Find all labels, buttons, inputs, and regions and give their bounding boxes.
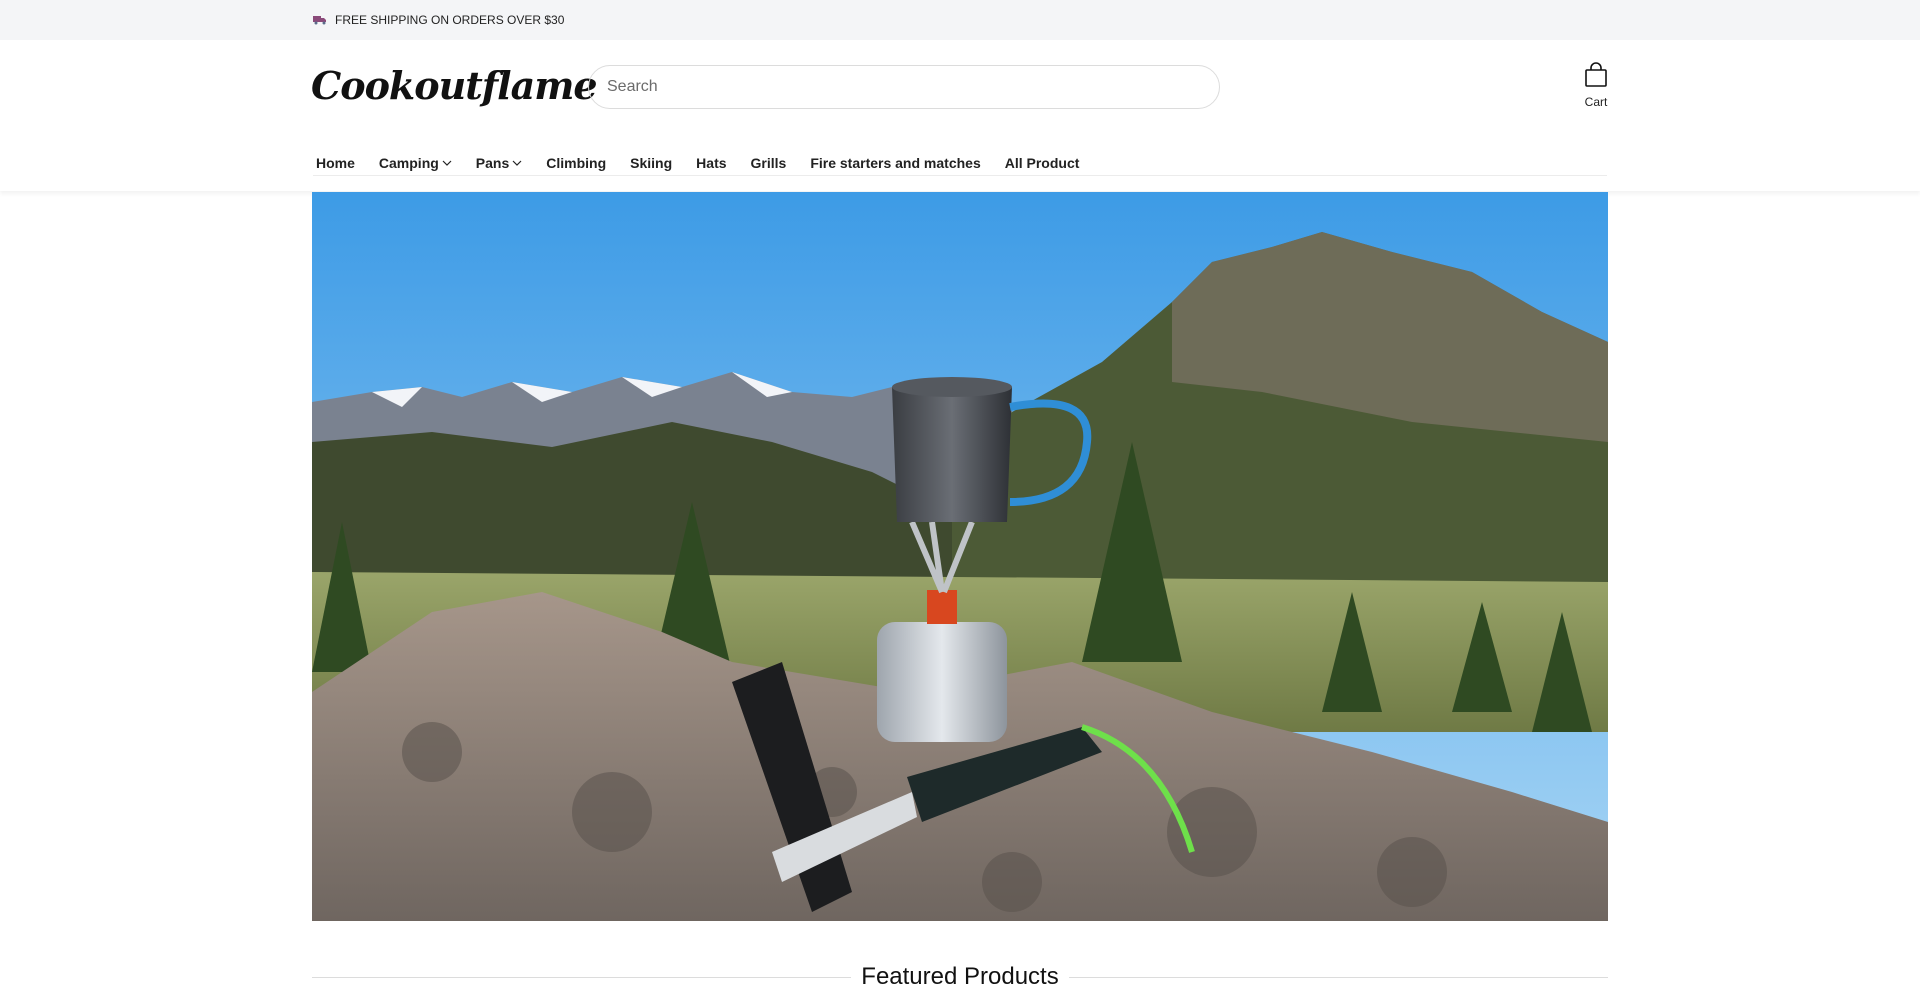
search-input[interactable] bbox=[605, 77, 1219, 97]
announcement-text: FREE SHIPPING ON ORDERS OVER $30 bbox=[335, 13, 565, 27]
chevron-down-icon bbox=[442, 158, 452, 168]
header-divider bbox=[313, 175, 1607, 176]
shopping-bag-icon bbox=[1584, 62, 1608, 92]
store-logo[interactable]: Cookoutflame bbox=[311, 60, 598, 112]
main-nav: Home Camping Pans Climbing Skiing Hats G… bbox=[0, 135, 1920, 191]
nav-item-grills[interactable]: Grills bbox=[751, 155, 787, 171]
announcement-bar: FREE SHIPPING ON ORDERS OVER $30 bbox=[0, 0, 1920, 40]
nav-item-camping[interactable]: Camping bbox=[379, 155, 452, 171]
nav-item-fire-starters[interactable]: Fire starters and matches bbox=[810, 155, 980, 171]
featured-products-heading: Featured Products bbox=[312, 962, 1608, 992]
cart-button[interactable]: Cart bbox=[1580, 62, 1612, 109]
nav-item-hats[interactable]: Hats bbox=[696, 155, 726, 171]
featured-products-title: Featured Products bbox=[861, 963, 1059, 990]
search-bar[interactable] bbox=[588, 65, 1220, 109]
nav-item-pans[interactable]: Pans bbox=[476, 155, 522, 171]
nav-item-all-product[interactable]: All Product bbox=[1005, 155, 1080, 171]
chevron-down-icon bbox=[512, 158, 522, 168]
hero-banner-image[interactable] bbox=[312, 192, 1608, 921]
cart-label: Cart bbox=[1584, 95, 1608, 109]
heading-rule-left bbox=[312, 976, 852, 978]
nav-item-skiing[interactable]: Skiing bbox=[630, 155, 672, 171]
nav-item-climbing[interactable]: Climbing bbox=[546, 155, 606, 171]
truck-icon bbox=[313, 15, 327, 25]
heading-rule-right bbox=[1068, 976, 1608, 978]
site-header: Cookoutflame Cart bbox=[0, 40, 1920, 176]
nav-item-home[interactable]: Home bbox=[316, 155, 355, 171]
